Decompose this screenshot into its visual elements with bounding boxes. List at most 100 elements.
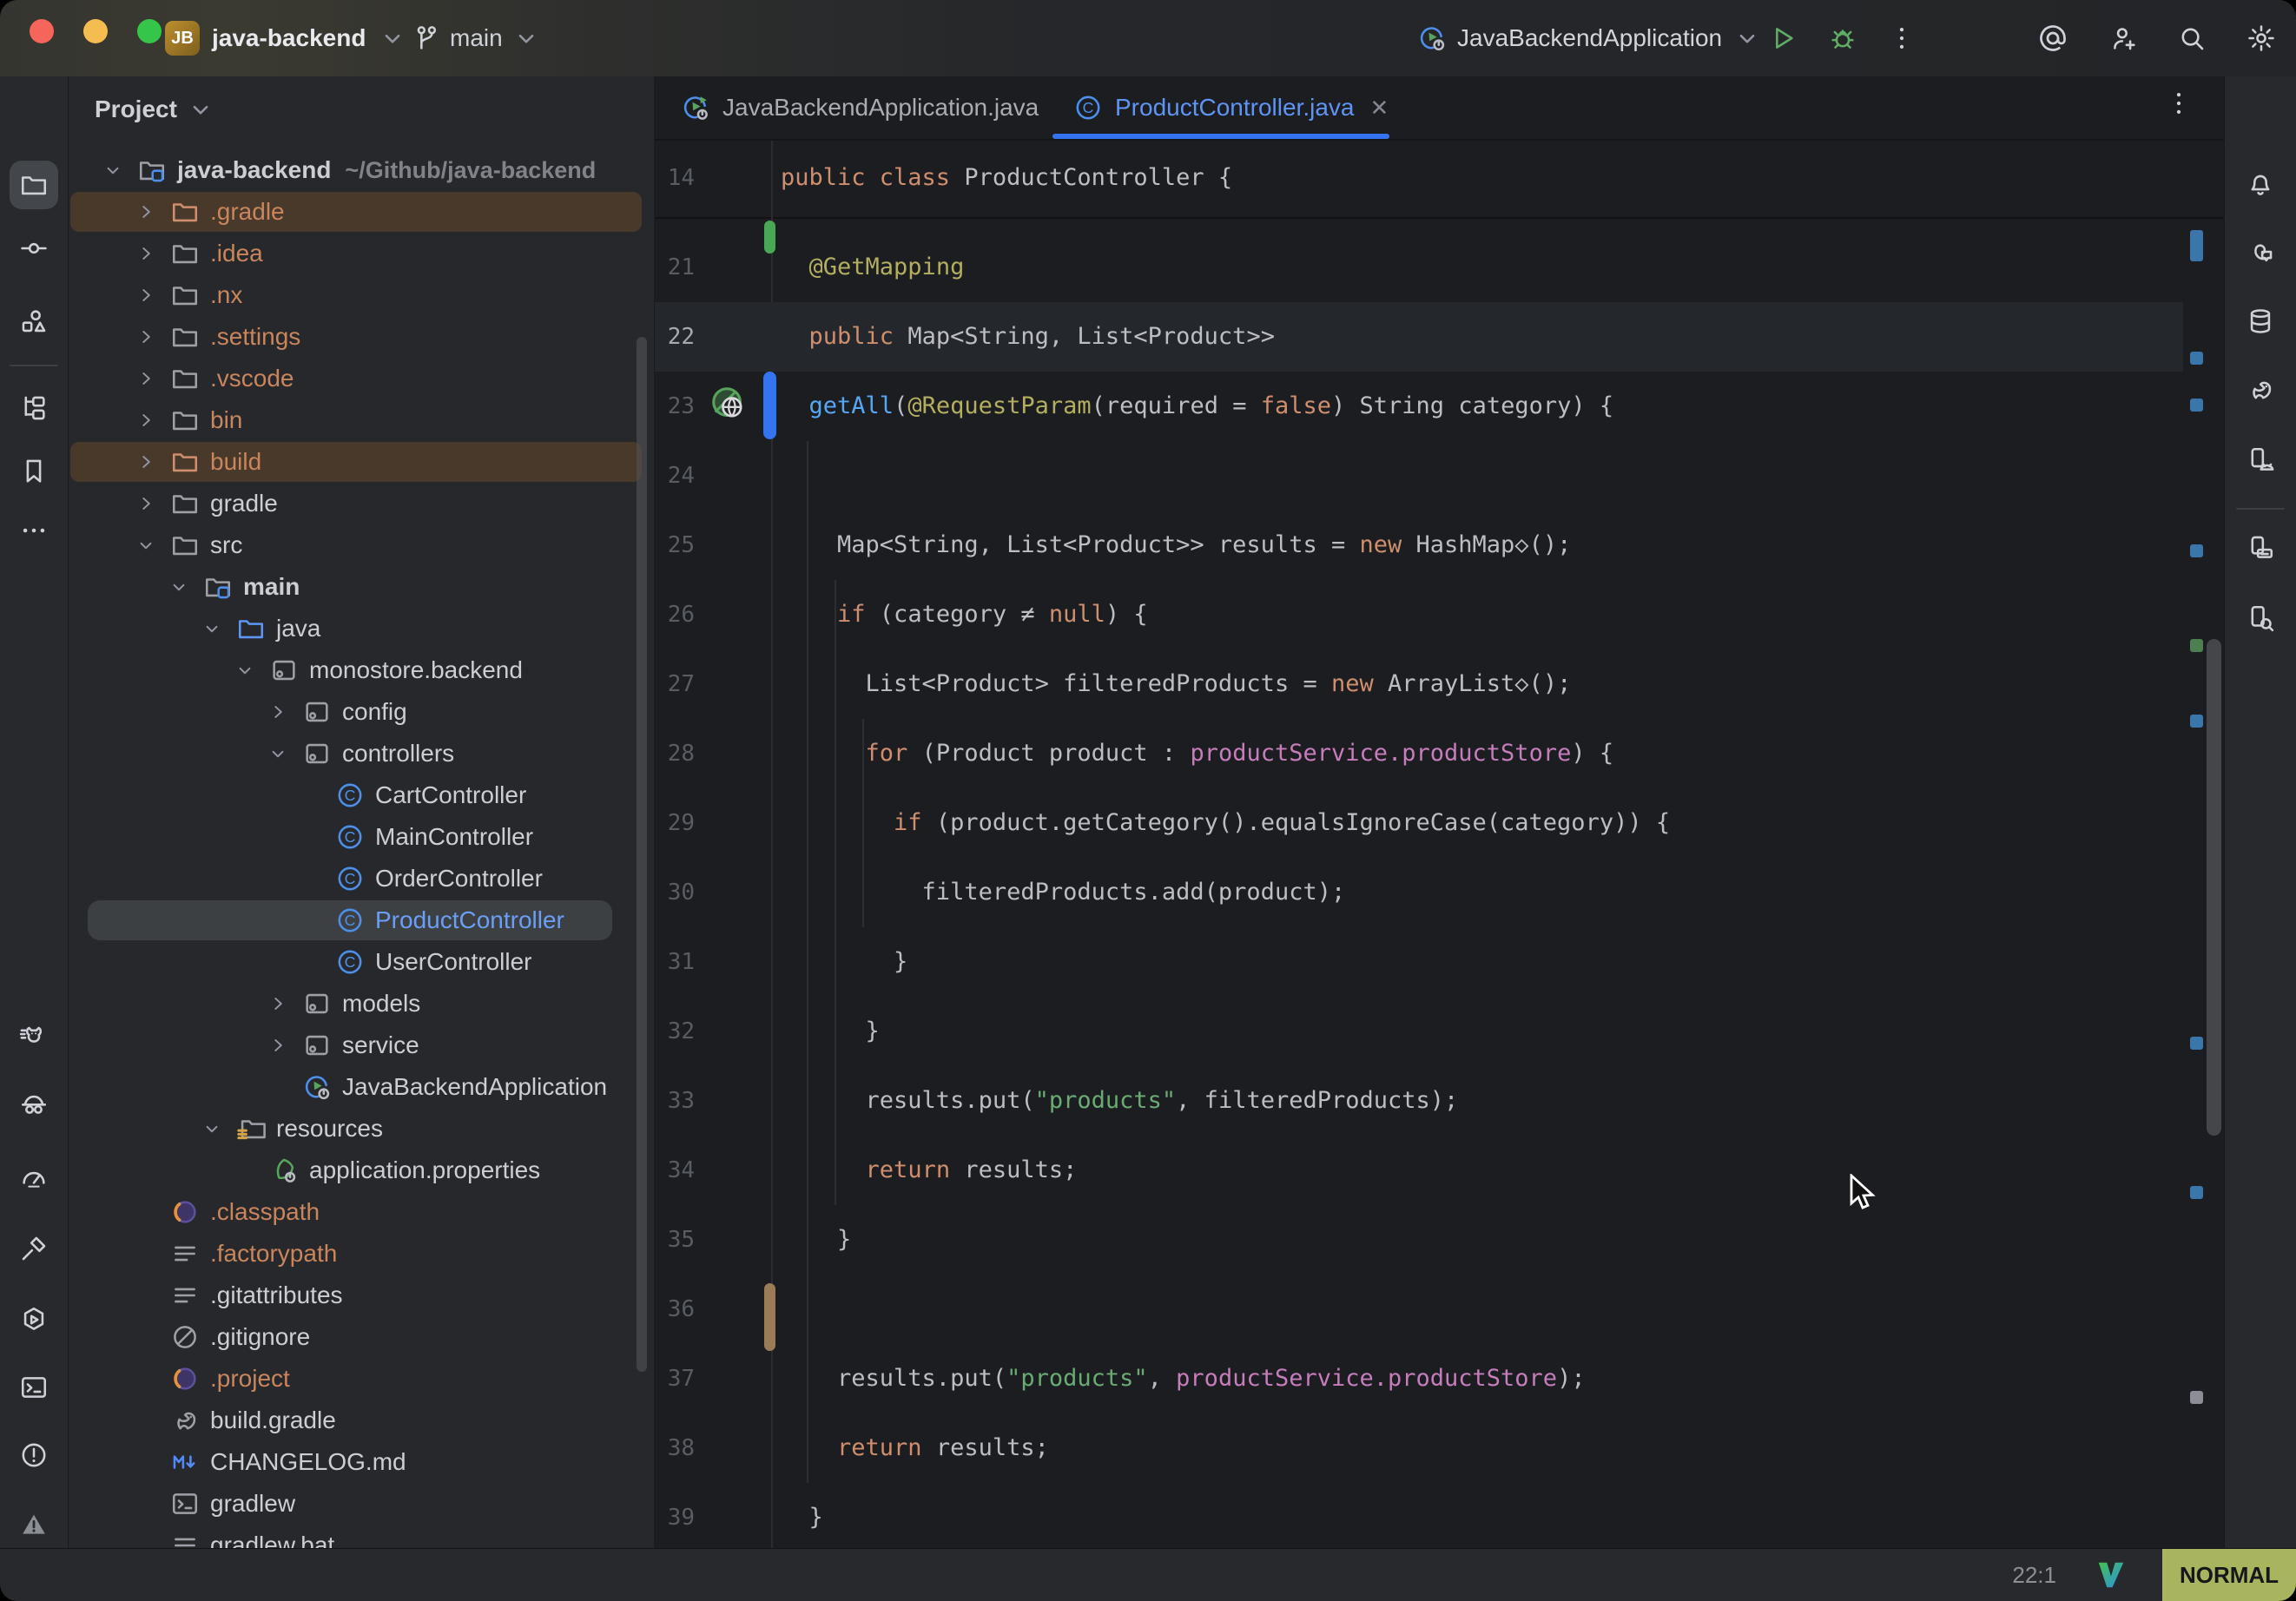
error-stripe-mark[interactable] [2190, 1186, 2203, 1199]
tree-item--factorypath[interactable]: .factorypath [69, 1233, 647, 1275]
chevron-collapsed-icon[interactable] [134, 241, 158, 266]
tree-item-productcontroller[interactable]: CProductController [69, 899, 647, 941]
line-number[interactable]: 38 [655, 1413, 695, 1483]
tree-item--gitignore[interactable]: .gitignore [69, 1316, 647, 1358]
tree-item-bin[interactable]: bin [69, 399, 647, 441]
line-number[interactable]: 25 [655, 511, 695, 580]
code-line[interactable]: 31 } [655, 927, 2225, 997]
gauge-tool-icon[interactable] [10, 1153, 58, 1202]
line-number[interactable]: 35 [655, 1205, 695, 1275]
code-line[interactable]: 24 [655, 441, 2225, 511]
chevron-collapsed-icon[interactable] [134, 200, 158, 224]
code-line[interactable]: 35 } [655, 1205, 2225, 1275]
chevron-expanded-icon[interactable] [167, 575, 191, 599]
tree-item-cartcontroller[interactable]: CCartController [69, 774, 647, 816]
debug-button[interactable] [1822, 17, 1864, 59]
tree-item-java[interactable]: java [69, 608, 647, 649]
error-stripe-mark[interactable] [2190, 544, 2203, 557]
code-line[interactable]: 37 results.put("products", productServic… [655, 1344, 2225, 1413]
tree-item-controllers[interactable]: controllers [69, 733, 647, 774]
terminal-tool-icon[interactable] [10, 1363, 58, 1412]
line-number[interactable]: 28 [655, 719, 695, 788]
hierarchy-tool-icon[interactable] [10, 384, 58, 432]
chevron-collapsed-icon[interactable] [134, 283, 158, 307]
error-stripe-mark[interactable] [2190, 1391, 2203, 1404]
device-manager-icon[interactable] [2236, 524, 2285, 572]
tree-item-build[interactable]: build [69, 441, 647, 483]
code-line[interactable]: 34 return results; [655, 1136, 2225, 1205]
line-number[interactable]: 37 [655, 1344, 695, 1413]
gutter-change-marker[interactable] [764, 221, 775, 254]
window-close-button[interactable] [30, 19, 54, 43]
tree-item-changelog-md[interactable]: CHANGELOG.md [69, 1441, 647, 1483]
editor-area[interactable]: JavaBackendApplication.java C ProductCon… [655, 76, 2225, 1549]
device-explorer-icon[interactable] [2236, 594, 2285, 642]
tab-productcontroller[interactable]: C ProductController.java ✕ [1073, 76, 1389, 139]
code-line[interactable]: 36 [655, 1275, 2225, 1344]
line-number[interactable]: 24 [655, 441, 695, 511]
tree-item-service[interactable]: service [69, 1025, 647, 1066]
tree-item--classpath[interactable]: .classpath [69, 1191, 647, 1233]
ai-chat-icon[interactable] [2236, 227, 2285, 276]
line-number[interactable]: 29 [655, 788, 695, 858]
more-tools-icon[interactable] [10, 506, 58, 555]
line-number[interactable]: 32 [655, 997, 695, 1066]
chevron-collapsed-icon[interactable] [266, 992, 290, 1016]
code-line[interactable]: 27 List<Product> filteredProducts = new … [655, 649, 2225, 719]
services-tool-icon[interactable] [10, 1295, 58, 1344]
tree-item-ordercontroller[interactable]: COrderController [69, 858, 647, 899]
run-configuration-widget[interactable]: JavaBackendApplication [1417, 12, 1762, 64]
tree-item--vscode[interactable]: .vscode [69, 358, 647, 399]
settings-gear-icon[interactable] [2240, 17, 2282, 59]
error-stripe-mark[interactable] [2190, 399, 2203, 412]
chevron-expanded-icon[interactable] [200, 616, 224, 641]
tree-item--gradle[interactable]: .gradle [69, 191, 647, 233]
tree-item--idea[interactable]: .idea [69, 233, 647, 274]
chevron-collapsed-icon[interactable] [134, 366, 158, 391]
chevron-expanded-icon[interactable] [134, 533, 158, 557]
tree-item-main[interactable]: main [69, 566, 647, 608]
project-widget[interactable]: JB java-backend [165, 12, 407, 64]
more-actions-button[interactable] [1881, 17, 1923, 59]
code-line[interactable]: 21 @GetMapping [655, 233, 2225, 302]
close-tab-icon[interactable]: ✕ [1369, 95, 1389, 122]
bookmarks-tool-icon[interactable] [10, 447, 58, 496]
warnings-tool-icon[interactable] [10, 1500, 58, 1549]
tab-javabackendapplication[interactable]: JavaBackendApplication.java [681, 76, 1039, 139]
tree-item-resources[interactable]: resources [69, 1108, 647, 1150]
code-line[interactable]: 25 Map<String, List<Product>> results = … [655, 511, 2225, 580]
project-panel-header[interactable]: Project [95, 87, 215, 132]
tree-item-gradlew[interactable]: gradlew [69, 1483, 647, 1525]
code-line[interactable]: 22 public Map<String, List<Product>> [655, 302, 2225, 372]
chevron-expanded-icon[interactable] [233, 658, 257, 682]
add-user-icon[interactable] [2103, 17, 2145, 59]
error-stripe-mark[interactable] [2190, 352, 2203, 365]
sticky-line[interactable]: 14 public class ProductController { [655, 141, 2225, 219]
problems-tool-icon[interactable] [10, 1431, 58, 1479]
ai-cat-tool-icon[interactable] [10, 1014, 58, 1063]
vcs-branch-widget[interactable]: main [412, 12, 541, 64]
notifications-bell-icon[interactable] [2236, 159, 2285, 208]
rest-endpoint-gutter-icon[interactable] [709, 384, 749, 424]
tree-item-gradlew-bat[interactable]: gradlew.bat [69, 1525, 647, 1549]
database-icon[interactable] [2236, 297, 2285, 346]
tree-item-monostore-backend[interactable]: monostore.backend [69, 649, 647, 691]
chevron-expanded-icon[interactable] [200, 1117, 224, 1141]
line-number[interactable]: 33 [655, 1066, 695, 1136]
tree-item--nx[interactable]: .nx [69, 274, 647, 316]
window-minimize-button[interactable] [83, 19, 108, 43]
line-number[interactable]: 36 [655, 1275, 695, 1344]
tree-item--project[interactable]: .project [69, 1358, 647, 1400]
tree-item-javabackendapplication[interactable]: JavaBackendApplication [69, 1066, 647, 1108]
line-number[interactable]: 21 [655, 233, 695, 302]
project-tree-scrollbar[interactable] [637, 337, 647, 1372]
window-zoom-button[interactable] [137, 19, 162, 43]
tree-item-usercontroller[interactable]: CUserController [69, 941, 647, 983]
line-number[interactable]: 23 [655, 372, 695, 441]
tree-item-build-gradle[interactable]: build.gradle [69, 1400, 647, 1441]
chevron-collapsed-icon[interactable] [266, 1033, 290, 1057]
gradle-icon[interactable] [2236, 366, 2285, 414]
tree-item--gitattributes[interactable]: .gitattributes [69, 1275, 647, 1316]
line-number[interactable]: 14 [655, 141, 695, 215]
tree-item-config[interactable]: config [69, 691, 647, 733]
